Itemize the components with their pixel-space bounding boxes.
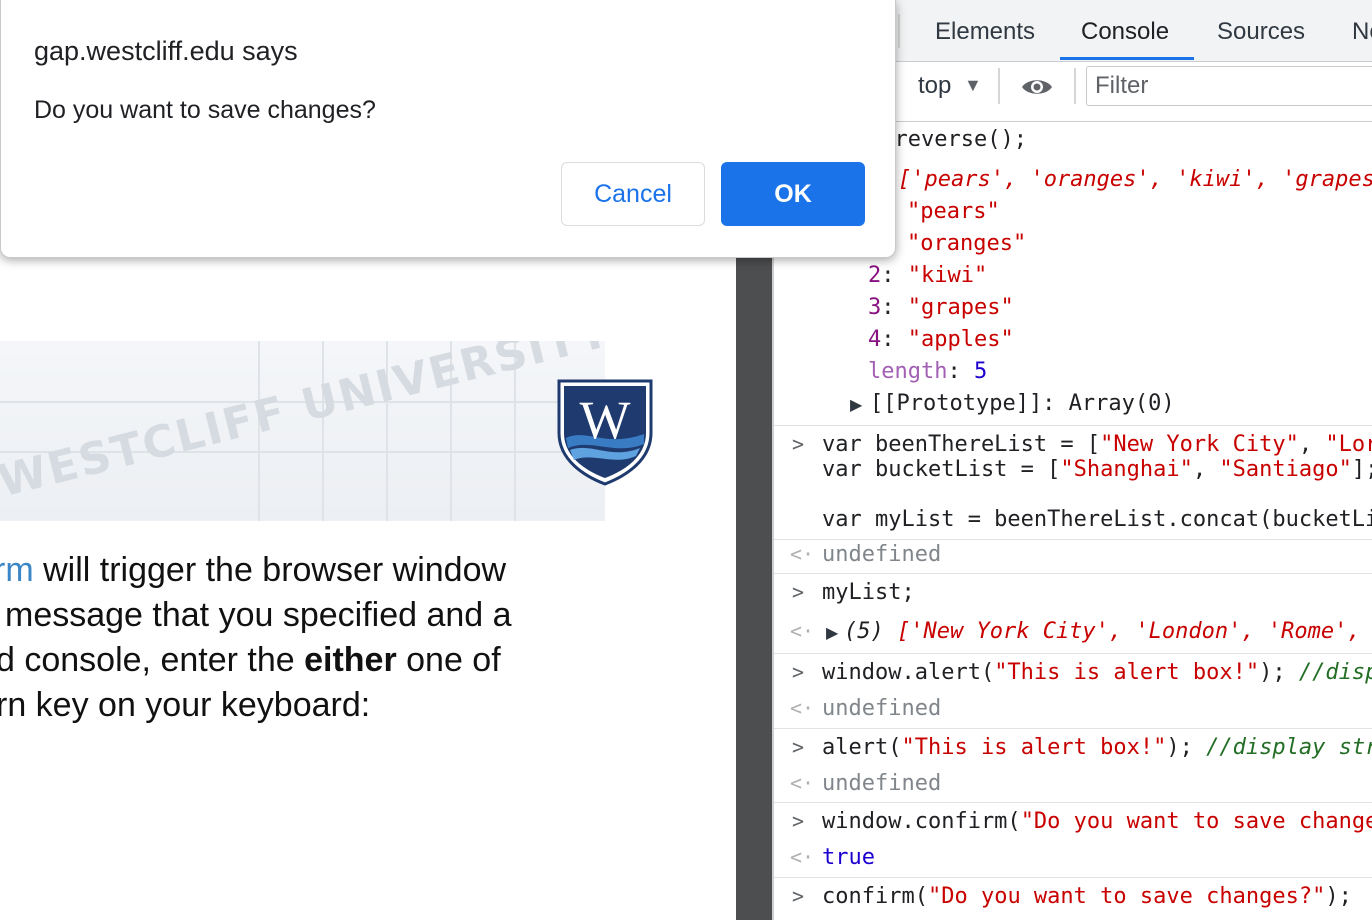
- return-arrow-icon: <·: [790, 619, 815, 643]
- expand-triangle-icon[interactable]: ▶: [850, 395, 862, 415]
- prompt-chevron-icon: >: [792, 735, 805, 759]
- context-selector[interactable]: top: [918, 72, 951, 100]
- array-item: 4: "apples": [868, 327, 1014, 352]
- console-output: undefined: [822, 771, 942, 796]
- westcliff-shield-logo: W: [557, 379, 653, 486]
- return-arrow-icon: <·: [790, 542, 815, 566]
- tab-network[interactable]: Ne: [1352, 18, 1372, 46]
- array-item: 3: "grapes": [868, 295, 1014, 320]
- dialog-title: gap.westcliff.edu says: [34, 36, 298, 66]
- confirm-link[interactable]: rm: [0, 551, 34, 589]
- tab-elements[interactable]: Elements: [935, 18, 1035, 46]
- return-arrow-icon: <·: [790, 696, 815, 720]
- return-arrow-icon: <·: [790, 771, 815, 795]
- active-tab-indicator: [1060, 57, 1194, 60]
- eye-icon[interactable]: [1020, 76, 1054, 98]
- console-output: undefined: [822, 696, 942, 721]
- array-item: 2: "kiwi": [868, 263, 988, 288]
- confirm-dialog: gap.westcliff.edu says Do you want to sa…: [0, 0, 896, 258]
- console-output: true: [822, 845, 875, 870]
- console-array-preview[interactable]: (5) ['New York City', 'London', 'Rome',: [844, 619, 1361, 645]
- lesson-line-2: message that you specified and a: [5, 596, 512, 634]
- array-length: length: 5: [868, 359, 988, 384]
- lesson-line-3: d console, enter the either one of: [0, 641, 501, 679]
- university-banner-image: WESTCLIFF UNIVERSITY: [0, 341, 605, 521]
- lesson-line-1: rm will trigger the browser window: [0, 548, 730, 593]
- chevron-down-icon[interactable]: ▼: [964, 75, 982, 96]
- ok-button[interactable]: OK: [721, 162, 865, 226]
- prompt-chevron-icon: >: [792, 884, 805, 908]
- cancel-button[interactable]: Cancel: [561, 162, 705, 226]
- console-input-line[interactable]: confirm("Do you want to save changes?");: [822, 884, 1352, 910]
- console-input-line: window.alert("This is alert box!"); //di…: [822, 660, 1372, 685]
- prompt-chevron-icon: >: [792, 809, 805, 833]
- prompt-chevron-icon: >: [792, 660, 805, 684]
- svg-text:W: W: [580, 390, 631, 450]
- expand-triangle-icon[interactable]: ▶: [826, 623, 838, 643]
- console-input-line: var beenThereList = ["New York City", "L…: [822, 432, 1372, 457]
- dialog-message: Do you want to save changes?: [34, 96, 376, 124]
- console-output: undefined: [822, 542, 942, 567]
- console-input-line: window.confirm("Do you want to save chan…: [822, 809, 1372, 834]
- console-input-line: var myList = beenThereList.concat(bucket…: [822, 507, 1372, 532]
- array-prototype[interactable]: [[Prototype]]: Array(0): [870, 391, 1175, 417]
- prompt-chevron-icon: >: [792, 580, 805, 604]
- return-arrow-icon: <·: [790, 845, 815, 869]
- console-input-line: myList;: [822, 580, 915, 605]
- console-input-line: var bucketList = ["Shanghai", "Santiago"…: [822, 457, 1372, 482]
- tab-console[interactable]: Console: [1081, 18, 1169, 46]
- lesson-line-4: rn key on your keyboard:: [0, 686, 371, 724]
- filter-input[interactable]: [1086, 66, 1372, 106]
- toolbar-divider: [998, 68, 1000, 104]
- console-input-line: alert("This is alert box!"); //display s…: [822, 735, 1372, 760]
- lesson-text: rm will trigger the browser window messa…: [0, 548, 736, 728]
- toolbar-divider: [1074, 68, 1076, 104]
- prompt-chevron-icon: >: [792, 432, 805, 456]
- tab-sources[interactable]: Sources: [1217, 18, 1305, 46]
- console-array-preview[interactable]: ['pears', 'oranges', 'kiwi', 'grapes: [898, 167, 1372, 193]
